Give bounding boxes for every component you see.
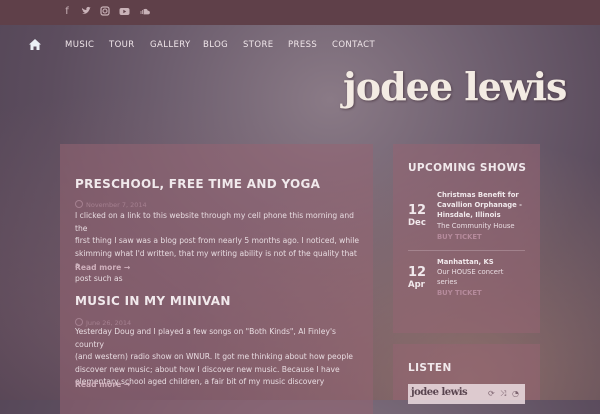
- show-item: 12 Dec Christmas Benefit for Cavallion O…: [408, 190, 525, 245]
- buy-ticket-link[interactable]: BUY TICKET: [437, 289, 482, 297]
- volume-icon[interactable]: ◔: [512, 389, 519, 398]
- post-title[interactable]: PRESCHOOL, FREE TIME AND YOGA: [75, 177, 320, 191]
- home-glyph: [29, 39, 41, 50]
- post-date: November 7, 2014: [75, 200, 147, 209]
- show-item: 12 Apr Manhattan, KS Our HOUSE concert s…: [408, 257, 525, 302]
- nav-press[interactable]: PRESS: [288, 40, 317, 50]
- youtube-icon[interactable]: [119, 6, 130, 18]
- show-info: Christmas Benefit for Cavallion Orphanag…: [437, 190, 532, 231]
- show-day: 12: [408, 265, 427, 280]
- read-more-link[interactable]: Read more →: [75, 263, 130, 272]
- blog-feed: PRESCHOOL, FREE TIME AND YOGA November 7…: [60, 144, 373, 414]
- excerpt-line: I clicked on a link to this website thro…: [75, 211, 354, 233]
- buy-ticket-link[interactable]: BUY TICKET: [437, 233, 482, 241]
- show-month: Apr: [408, 280, 425, 290]
- read-more-link[interactable]: Read more →: [75, 380, 130, 389]
- excerpt-line: first thing I saw was a blog post from n…: [75, 236, 360, 245]
- post-excerpt: I clicked on a link to this website thro…: [75, 210, 360, 285]
- show-name-line[interactable]: Christmas Benefit for: [437, 190, 532, 200]
- show-date: 12 Dec: [408, 203, 438, 229]
- youtube-glyph: [119, 8, 130, 15]
- upcoming-shows-title: UPCOMING SHOWS: [408, 162, 527, 174]
- show-date: 12 Apr: [408, 265, 438, 291]
- nav-contact[interactable]: CONTACT: [332, 40, 375, 50]
- post-date-text: November 7, 2014: [86, 201, 147, 209]
- show-month: Dec: [408, 218, 426, 228]
- show-day: 12: [408, 203, 427, 218]
- site-logo[interactable]: jodee lewis: [343, 64, 567, 109]
- excerpt-line: post such as: [75, 273, 123, 283]
- divider: [408, 250, 525, 251]
- post-title[interactable]: MUSIC IN MY MINIVAN: [75, 294, 231, 308]
- home-icon[interactable]: [28, 37, 42, 51]
- listen-title: LISTEN: [408, 362, 452, 374]
- nav-tour[interactable]: TOUR: [109, 40, 135, 50]
- nav-blog[interactable]: BLOG: [203, 40, 228, 50]
- social-links: f: [62, 6, 150, 18]
- instagram-icon[interactable]: [100, 6, 110, 18]
- facebook-icon[interactable]: f: [62, 6, 72, 18]
- show-name-line[interactable]: Hinsdale, Illinois: [437, 210, 532, 220]
- soundcloud-glyph: [140, 8, 150, 15]
- excerpt-line: discover new music; about how I discover…: [75, 364, 340, 374]
- upcoming-shows-panel: UPCOMING SHOWS 12 Dec Christmas Benefit …: [393, 144, 540, 333]
- top-bar: f: [0, 0, 600, 25]
- clock-icon: [75, 200, 83, 208]
- show-name-line[interactable]: Manhattan, KS: [437, 257, 532, 267]
- shuffle-icon[interactable]: ⤨: [500, 389, 506, 399]
- music-player[interactable]: jodee lewis ⟳ ⤨ ◔: [408, 384, 525, 404]
- clock-icon: [75, 318, 83, 326]
- show-venue: Our HOUSE concert: [437, 268, 504, 277]
- twitter-bird: [81, 6, 91, 14]
- excerpt-line: (and western) radio show on WNUR. It got…: [75, 352, 353, 361]
- repeat-icon[interactable]: ⟳: [488, 389, 495, 398]
- nav-store[interactable]: STORE: [243, 40, 274, 50]
- main-nav: MUSIC TOUR GALLERY BLOG STORE PRESS CONT…: [0, 25, 600, 65]
- excerpt-line: Yesterday Doug and I played a few songs …: [75, 327, 336, 349]
- show-info: Manhattan, KS Our HOUSE concert series: [437, 257, 532, 288]
- nav-gallery[interactable]: GALLERY: [150, 40, 191, 50]
- show-venue: The Community House: [437, 221, 515, 230]
- nav-music[interactable]: MUSIC: [65, 40, 94, 50]
- soundcloud-icon[interactable]: [138, 6, 150, 18]
- player-logo: jodee lewis: [411, 387, 468, 398]
- listen-panel: LISTEN jodee lewis ⟳ ⤨ ◔: [393, 344, 540, 404]
- twitter-icon[interactable]: [81, 6, 91, 18]
- instagram-glyph: [100, 6, 110, 16]
- show-venue: series: [437, 278, 458, 287]
- show-name-line[interactable]: Cavallion Orphanage -: [437, 200, 532, 210]
